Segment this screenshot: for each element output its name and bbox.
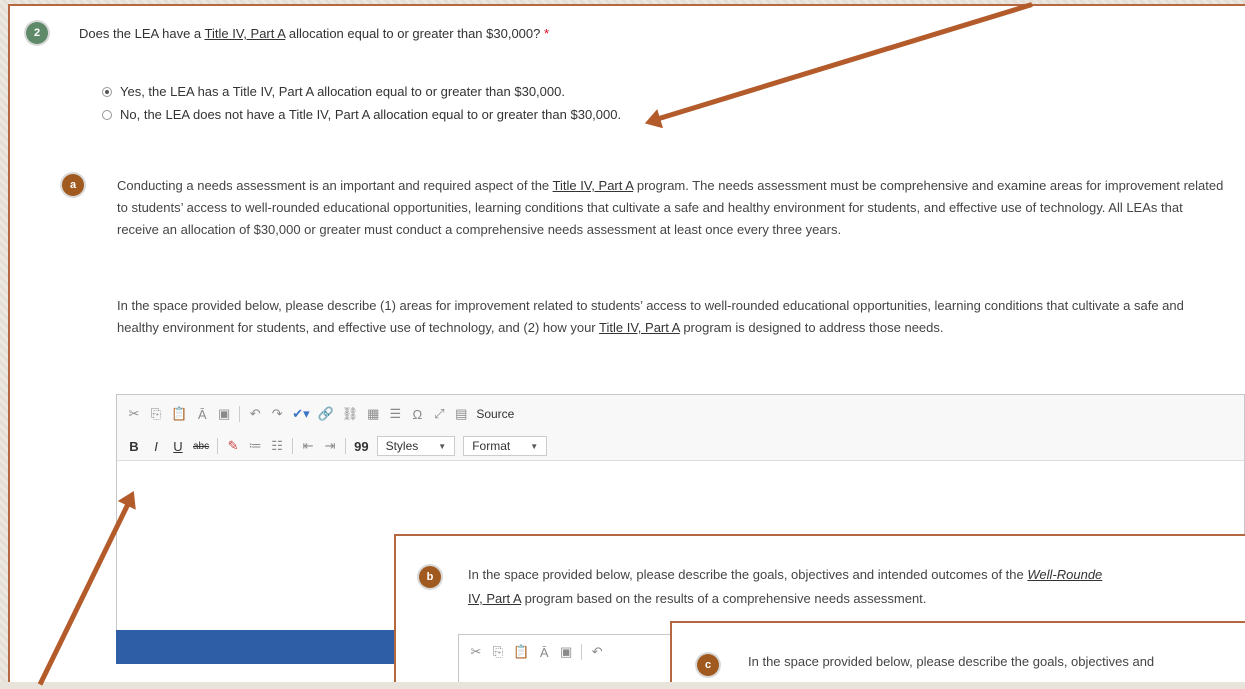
title-iv-link[interactable]: Title IV, Part A	[205, 26, 286, 41]
editor-toolbar: ✂ ⎘ 📋 Ā ▣ ↶ ↷ ✔▾ 🔗 ⛓ ▦ ☰ Ω ⤢ ▤ Source B …	[117, 395, 1244, 461]
p2-end: program is designed to address those nee…	[679, 320, 944, 335]
section-a-paragraph-2: In the space provided below, please desc…	[117, 295, 1227, 339]
format-dropdown[interactable]: Format ▼	[463, 436, 548, 456]
source-icon[interactable]: ▤	[454, 406, 468, 422]
table-icon[interactable]: ▦	[366, 406, 380, 422]
section-b-badge: b	[419, 566, 441, 588]
paste-word-icon[interactable]: ▣	[559, 644, 573, 660]
cut-icon[interactable]: ✂	[127, 406, 141, 422]
section-c-badge: c	[697, 654, 719, 676]
cut-icon[interactable]: ✂	[469, 644, 483, 660]
radio-no[interactable]	[102, 109, 112, 120]
chevron-down-icon: ▼	[438, 441, 447, 451]
indent-icon[interactable]: ⇥	[323, 438, 337, 454]
editor-status-bar	[116, 630, 406, 664]
bold-button[interactable]: B	[127, 439, 141, 454]
format-dropdown-label: Format	[472, 439, 511, 453]
section-b-toolbar: ✂ ⎘ 📋 Ā ▣ ↶	[459, 635, 687, 669]
underline-button[interactable]: U	[171, 439, 185, 454]
p2-title-iv-link[interactable]: Title IV, Part A	[599, 320, 680, 335]
section-a-paragraph-1: Conducting a needs assessment is an impo…	[117, 175, 1227, 241]
question-text-start: Does the LEA have a	[79, 26, 205, 41]
undo-icon[interactable]: ↶	[590, 644, 604, 660]
paste-icon[interactable]: 📋	[513, 644, 529, 660]
redo-icon[interactable]: ↷	[270, 406, 284, 422]
styles-dropdown[interactable]: Styles ▼	[376, 436, 456, 456]
toolbar-row-2: B I U abc ✎ ≔ ☷ ⇤ ⇥ 99 Styles ▼ Format ▼	[127, 433, 1234, 459]
radio-option-no[interactable]: No, the LEA does not have a Title IV, Pa…	[102, 107, 621, 122]
paste-icon[interactable]: 📋	[171, 406, 187, 422]
blockquote-button[interactable]: 99	[354, 439, 368, 454]
section-b-title-iv-link[interactable]: IV, Part A	[468, 591, 521, 606]
copy-icon[interactable]: ⎘	[491, 644, 505, 660]
special-char-icon[interactable]: Ω	[410, 407, 424, 422]
question-2-text: Does the LEA have a Title IV, Part A all…	[79, 26, 549, 41]
section-b-line2: program based on the results of a compre…	[521, 591, 927, 606]
section-b-text: In the space provided below, please desc…	[468, 563, 1245, 611]
spellcheck-icon[interactable]: ✔▾	[292, 406, 309, 422]
well-rounded-link[interactable]: Well-Rounde	[1027, 567, 1102, 582]
horizontal-line-icon[interactable]: ☰	[388, 406, 402, 422]
radio-no-label[interactable]: No, the LEA does not have a Title IV, Pa…	[120, 107, 621, 122]
copy-icon[interactable]: ⎘	[149, 406, 163, 422]
numbered-list-icon[interactable]: ≔	[248, 438, 262, 454]
toolbar-separator	[345, 438, 347, 454]
p1-start: Conducting a needs assessment is an impo…	[117, 178, 553, 193]
toolbar-separator	[217, 438, 219, 454]
radio-yes-label[interactable]: Yes, the LEA has a Title IV, Part A allo…	[120, 84, 565, 99]
toolbar-separator	[292, 438, 294, 454]
maximize-icon[interactable]: ⤢	[432, 406, 446, 422]
radio-yes-selected[interactable]	[102, 86, 112, 97]
paste-text-icon[interactable]: Ā	[195, 407, 209, 422]
paste-text-icon[interactable]: Ā	[537, 645, 551, 660]
toolbar-separator	[239, 406, 241, 422]
bulleted-list-icon[interactable]: ☷	[270, 438, 284, 454]
chevron-down-icon: ▼	[530, 441, 539, 451]
undo-icon[interactable]: ↶	[248, 406, 262, 422]
radio-option-yes[interactable]: Yes, the LEA has a Title IV, Part A allo…	[102, 84, 565, 99]
section-b-editor[interactable]: ✂ ⎘ 📋 Ā ▣ ↶	[458, 634, 688, 682]
link-icon[interactable]: 🔗	[318, 406, 334, 422]
source-button-label[interactable]: Source	[476, 407, 514, 421]
p1-title-iv-link[interactable]: Title IV, Part A	[553, 178, 634, 193]
italic-button[interactable]: I	[149, 439, 163, 454]
paste-word-icon[interactable]: ▣	[217, 406, 231, 422]
outdent-icon[interactable]: ⇤	[301, 438, 315, 454]
question-text-end: allocation equal to or greater than $30,…	[285, 26, 541, 41]
section-b-line1: In the space provided below, please desc…	[468, 567, 1028, 582]
question-number-badge: 2	[26, 22, 48, 44]
toolbar-row-1: ✂ ⎘ 📋 Ā ▣ ↶ ↷ ✔▾ 🔗 ⛓ ▦ ☰ Ω ⤢ ▤ Source	[127, 401, 1234, 427]
remove-format-icon[interactable]: ✎	[226, 438, 240, 454]
toolbar-separator	[581, 644, 583, 660]
unlink-icon[interactable]: ⛓	[342, 406, 359, 422]
strike-button[interactable]: abc	[193, 441, 209, 452]
required-marker: *	[544, 26, 550, 41]
section-a-badge: a	[62, 174, 84, 196]
styles-dropdown-label: Styles	[385, 439, 419, 453]
section-c-text: In the space provided below, please desc…	[748, 654, 1155, 669]
